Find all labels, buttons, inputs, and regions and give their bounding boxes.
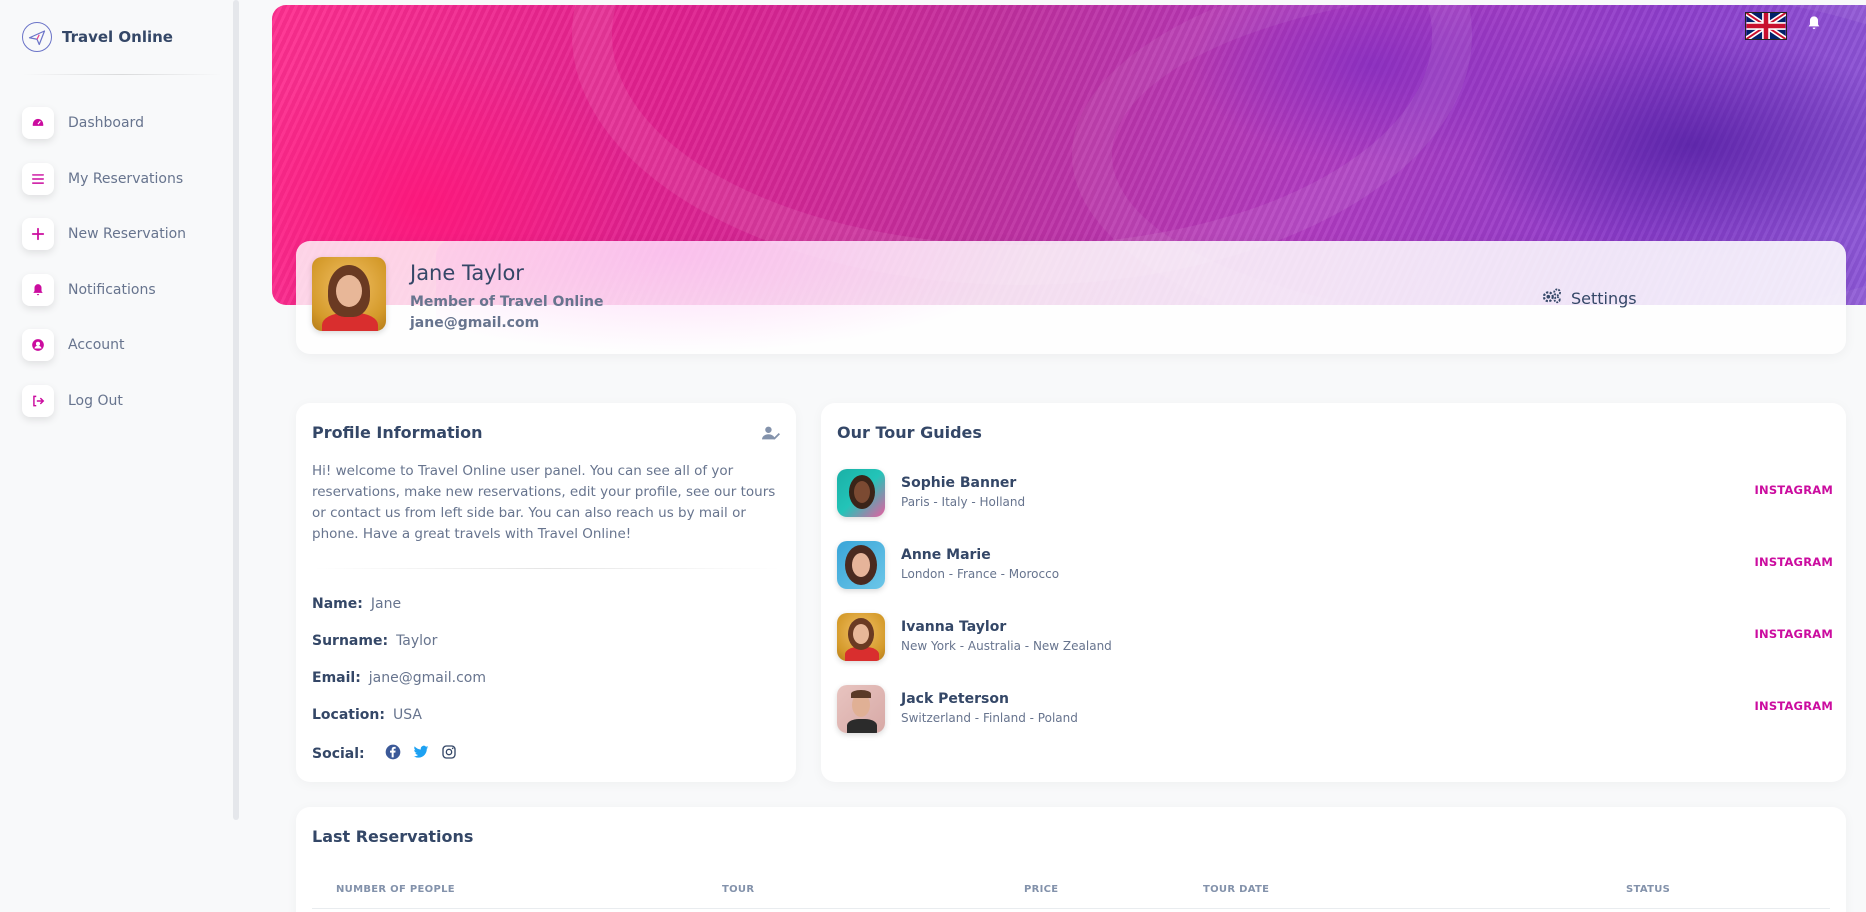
list-icon — [22, 162, 54, 195]
guide-name: Sophie Banner — [901, 475, 1017, 491]
guide-locations: Switzerland - Finland - Poland — [901, 711, 1078, 725]
sidebar-item-label: Log Out — [68, 392, 123, 409]
sidebar-item-label: New Reservation — [68, 226, 187, 242]
sidebar-item-label: Account — [68, 337, 125, 353]
guide-locations: New York - Australia - New Zealand — [901, 639, 1112, 653]
column-header: NUMBER OF PEOPLE — [336, 884, 455, 895]
info-label: Email: — [312, 670, 361, 686]
info-row-surname: Surname: Taylor — [312, 633, 437, 649]
user-circle-icon — [22, 329, 54, 361]
gears-icon — [1541, 287, 1563, 309]
instagram-link[interactable]: INSTAGRAM — [1755, 627, 1833, 641]
card-title: Last Reservations — [312, 827, 474, 846]
avatar-face — [336, 275, 362, 307]
avatar — [837, 613, 885, 661]
info-value: Jane — [370, 596, 402, 612]
info-label: Surname: — [312, 633, 389, 649]
sidebar-item-new-reservation[interactable]: New Reservation — [22, 215, 186, 253]
info-row-email: Email: jane@gmail.com — [312, 670, 486, 686]
column-header: STATUS — [1626, 884, 1671, 895]
guide-name: Ivanna Taylor — [901, 619, 1007, 635]
sidebar-item-label: Dashboard — [68, 115, 144, 131]
instagram-icon[interactable] — [441, 744, 457, 764]
last-reservations-card: Last Reservations — [296, 807, 1846, 912]
info-label: Social: — [312, 746, 365, 762]
twitter-icon[interactable] — [413, 744, 429, 764]
table-header-divider — [312, 908, 1830, 909]
settings-button[interactable]: Settings — [1541, 287, 1637, 309]
notification-bell-icon[interactable] — [1806, 14, 1822, 36]
sidebar-item-account[interactable]: Account — [22, 326, 186, 364]
divider — [312, 568, 782, 569]
profile-subtitle: Member of Travel Online — [410, 294, 604, 310]
sidebar-scrollbar[interactable] — [233, 0, 239, 820]
sidebar-item-label: My Reservations — [68, 170, 184, 187]
info-value: USA — [392, 707, 422, 723]
card-title: Our Tour Guides — [837, 423, 982, 442]
list-item: Jack Peterson Switzerland - Finland - Po… — [837, 685, 1833, 735]
bell-icon — [22, 273, 54, 306]
avatar — [837, 541, 885, 589]
profile-header-card: Jane Taylor Member of Travel Online jane… — [296, 241, 1846, 354]
instagram-link[interactable]: INSTAGRAM — [1755, 483, 1833, 497]
uk-flag-icon[interactable] — [1745, 10, 1787, 42]
divider — [22, 74, 222, 75]
info-row-location: Location: USA — [312, 707, 422, 723]
column-header: TOUR — [722, 884, 755, 895]
plane-logo-icon — [22, 22, 52, 52]
column-header: TOUR DATE — [1203, 884, 1270, 895]
sidebar-nav: Dashboard My Reservations New Reservatio… — [22, 104, 186, 437]
profile-description: Hi! welcome to Travel Online user panel.… — [312, 463, 776, 542]
info-row-social: Social: — [312, 744, 457, 764]
sidebar: Travel Online Dashboard My Reservations … — [0, 0, 234, 912]
logout-icon — [22, 384, 54, 417]
column-header: PRICE — [1024, 884, 1059, 895]
brand[interactable]: Travel Online — [22, 22, 173, 52]
social-links — [385, 744, 457, 764]
profile-information-card: Profile Information Hi! welcome to Trave… — [296, 403, 796, 782]
settings-label: Settings — [1571, 288, 1637, 308]
avatar — [837, 469, 885, 517]
dashboard-icon — [22, 107, 54, 139]
card-title: Profile Information — [312, 423, 483, 442]
sidebar-item-notifications[interactable]: Notifications — [22, 271, 186, 309]
list-item: Ivanna Taylor New York - Australia - New… — [837, 613, 1833, 663]
plus-icon — [22, 218, 54, 250]
info-label: Location: — [312, 707, 385, 723]
guide-locations: London - France - Morocco — [901, 567, 1060, 581]
info-value: jane@gmail.com — [368, 670, 486, 686]
sidebar-item-my-reservations[interactable]: My Reservations — [22, 160, 186, 198]
sidebar-item-log-out[interactable]: Log Out — [22, 382, 186, 420]
list-item: Anne Marie London - France - Morocco INS… — [837, 541, 1833, 591]
tour-guides-card: Our Tour Guides Sophie Banner Paris - It… — [821, 403, 1846, 782]
info-value: Taylor — [396, 633, 438, 649]
sidebar-item-dashboard[interactable]: Dashboard — [22, 104, 186, 142]
avatar — [837, 685, 885, 733]
profile-name: Jane Taylor — [410, 261, 524, 285]
guide-locations: Paris - Italy - Holland — [901, 495, 1026, 509]
brand-name: Travel Online — [62, 28, 173, 46]
guide-name: Anne Marie — [901, 547, 991, 563]
profile-email: jane@gmail.com — [410, 315, 540, 331]
instagram-link[interactable]: INSTAGRAM — [1755, 555, 1833, 569]
guide-name: Jack Peterson — [901, 691, 1009, 707]
facebook-icon[interactable] — [385, 744, 401, 764]
list-item: Sophie Banner Paris - Italy - Holland IN… — [837, 469, 1833, 519]
edit-profile-icon[interactable] — [762, 425, 780, 445]
info-label: Name: — [312, 596, 363, 612]
sidebar-item-label: Notifications — [68, 281, 156, 298]
info-row-name: Name: Jane — [312, 596, 401, 612]
instagram-link[interactable]: INSTAGRAM — [1755, 699, 1833, 713]
avatar — [312, 257, 386, 331]
